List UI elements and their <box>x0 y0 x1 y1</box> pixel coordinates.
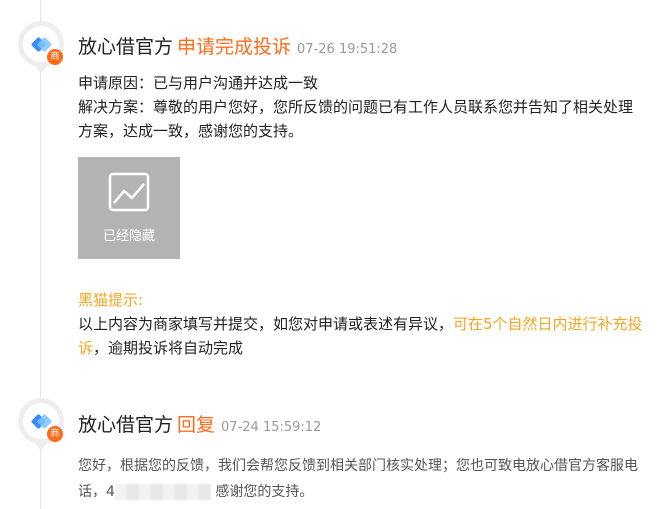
reply-content: 您好，根据您的反馈，我们会帮您反馈到相关部门核实处理；您也可致电放心借官方客服电… <box>78 453 646 505</box>
author-name: 放心借官方 <box>78 414 174 436</box>
reply-text-part2: 感谢您的支持。 <box>215 484 314 500</box>
solution-label: 解决方案： <box>78 98 154 116</box>
tip-text-part1: 以上内容为商家填写并提交，如您对申请或表述有异议， <box>78 315 454 333</box>
tip-title: 黑猫提示: <box>78 291 144 309</box>
avatar-pointer <box>35 443 47 451</box>
entry-header: 放心借官方 申请完成投诉 07-26 19:51:28 <box>78 32 397 59</box>
timestamp: 07-24 15:59:12 <box>221 420 322 435</box>
avatar-pointer <box>35 66 47 74</box>
reason-line: 申请原因：已与用户沟通并达成一致 <box>78 71 646 95</box>
solution-line: 解决方案：尊敬的用户您好，您所反馈的问题已有工作人员联系您并告知了相关处理方案，… <box>78 95 646 143</box>
merchant-badge-icon: 商 <box>47 426 63 442</box>
merchant-badge-icon: 商 <box>47 49 63 65</box>
avatar[interactable]: 商 <box>18 398 64 444</box>
solution-value: 尊敬的用户您好，您所反馈的问题已有工作人员联系您并告知了相关处理方案，达成一致，… <box>78 98 634 140</box>
entry-header: 放心借官方 回复 07-24 15:59:12 <box>78 410 321 437</box>
masked-phone-number <box>114 484 211 500</box>
tip-text-part2: ，逾期投诉将自动完成 <box>93 339 244 357</box>
timestamp: 07-26 19:51:28 <box>297 42 398 57</box>
image-placeholder-icon <box>108 172 150 212</box>
avatar[interactable]: 商 <box>18 21 64 67</box>
hidden-image[interactable]: 已经隐藏 <box>78 157 180 259</box>
reason-label: 申请原因： <box>78 74 154 92</box>
tip-block: 黑猫提示: 以上内容为商家填写并提交，如您对申请或表述有异议，可在5个自然日内进… <box>78 288 646 360</box>
reason-value: 已与用户沟通并达成一致 <box>153 74 319 92</box>
entry-content: 申请原因：已与用户沟通并达成一致 解决方案：尊敬的用户您好，您所反馈的问题已有工… <box>78 71 646 143</box>
author-name: 放心借官方 <box>78 36 174 58</box>
tip-text: 以上内容为商家填写并提交，如您对申请或表述有异议，可在5个自然日内进行补充投诉，… <box>78 312 646 360</box>
action-label: 回复 <box>177 414 216 436</box>
image-hidden-label: 已经隐藏 <box>102 229 155 244</box>
action-label: 申请完成投诉 <box>177 36 292 58</box>
